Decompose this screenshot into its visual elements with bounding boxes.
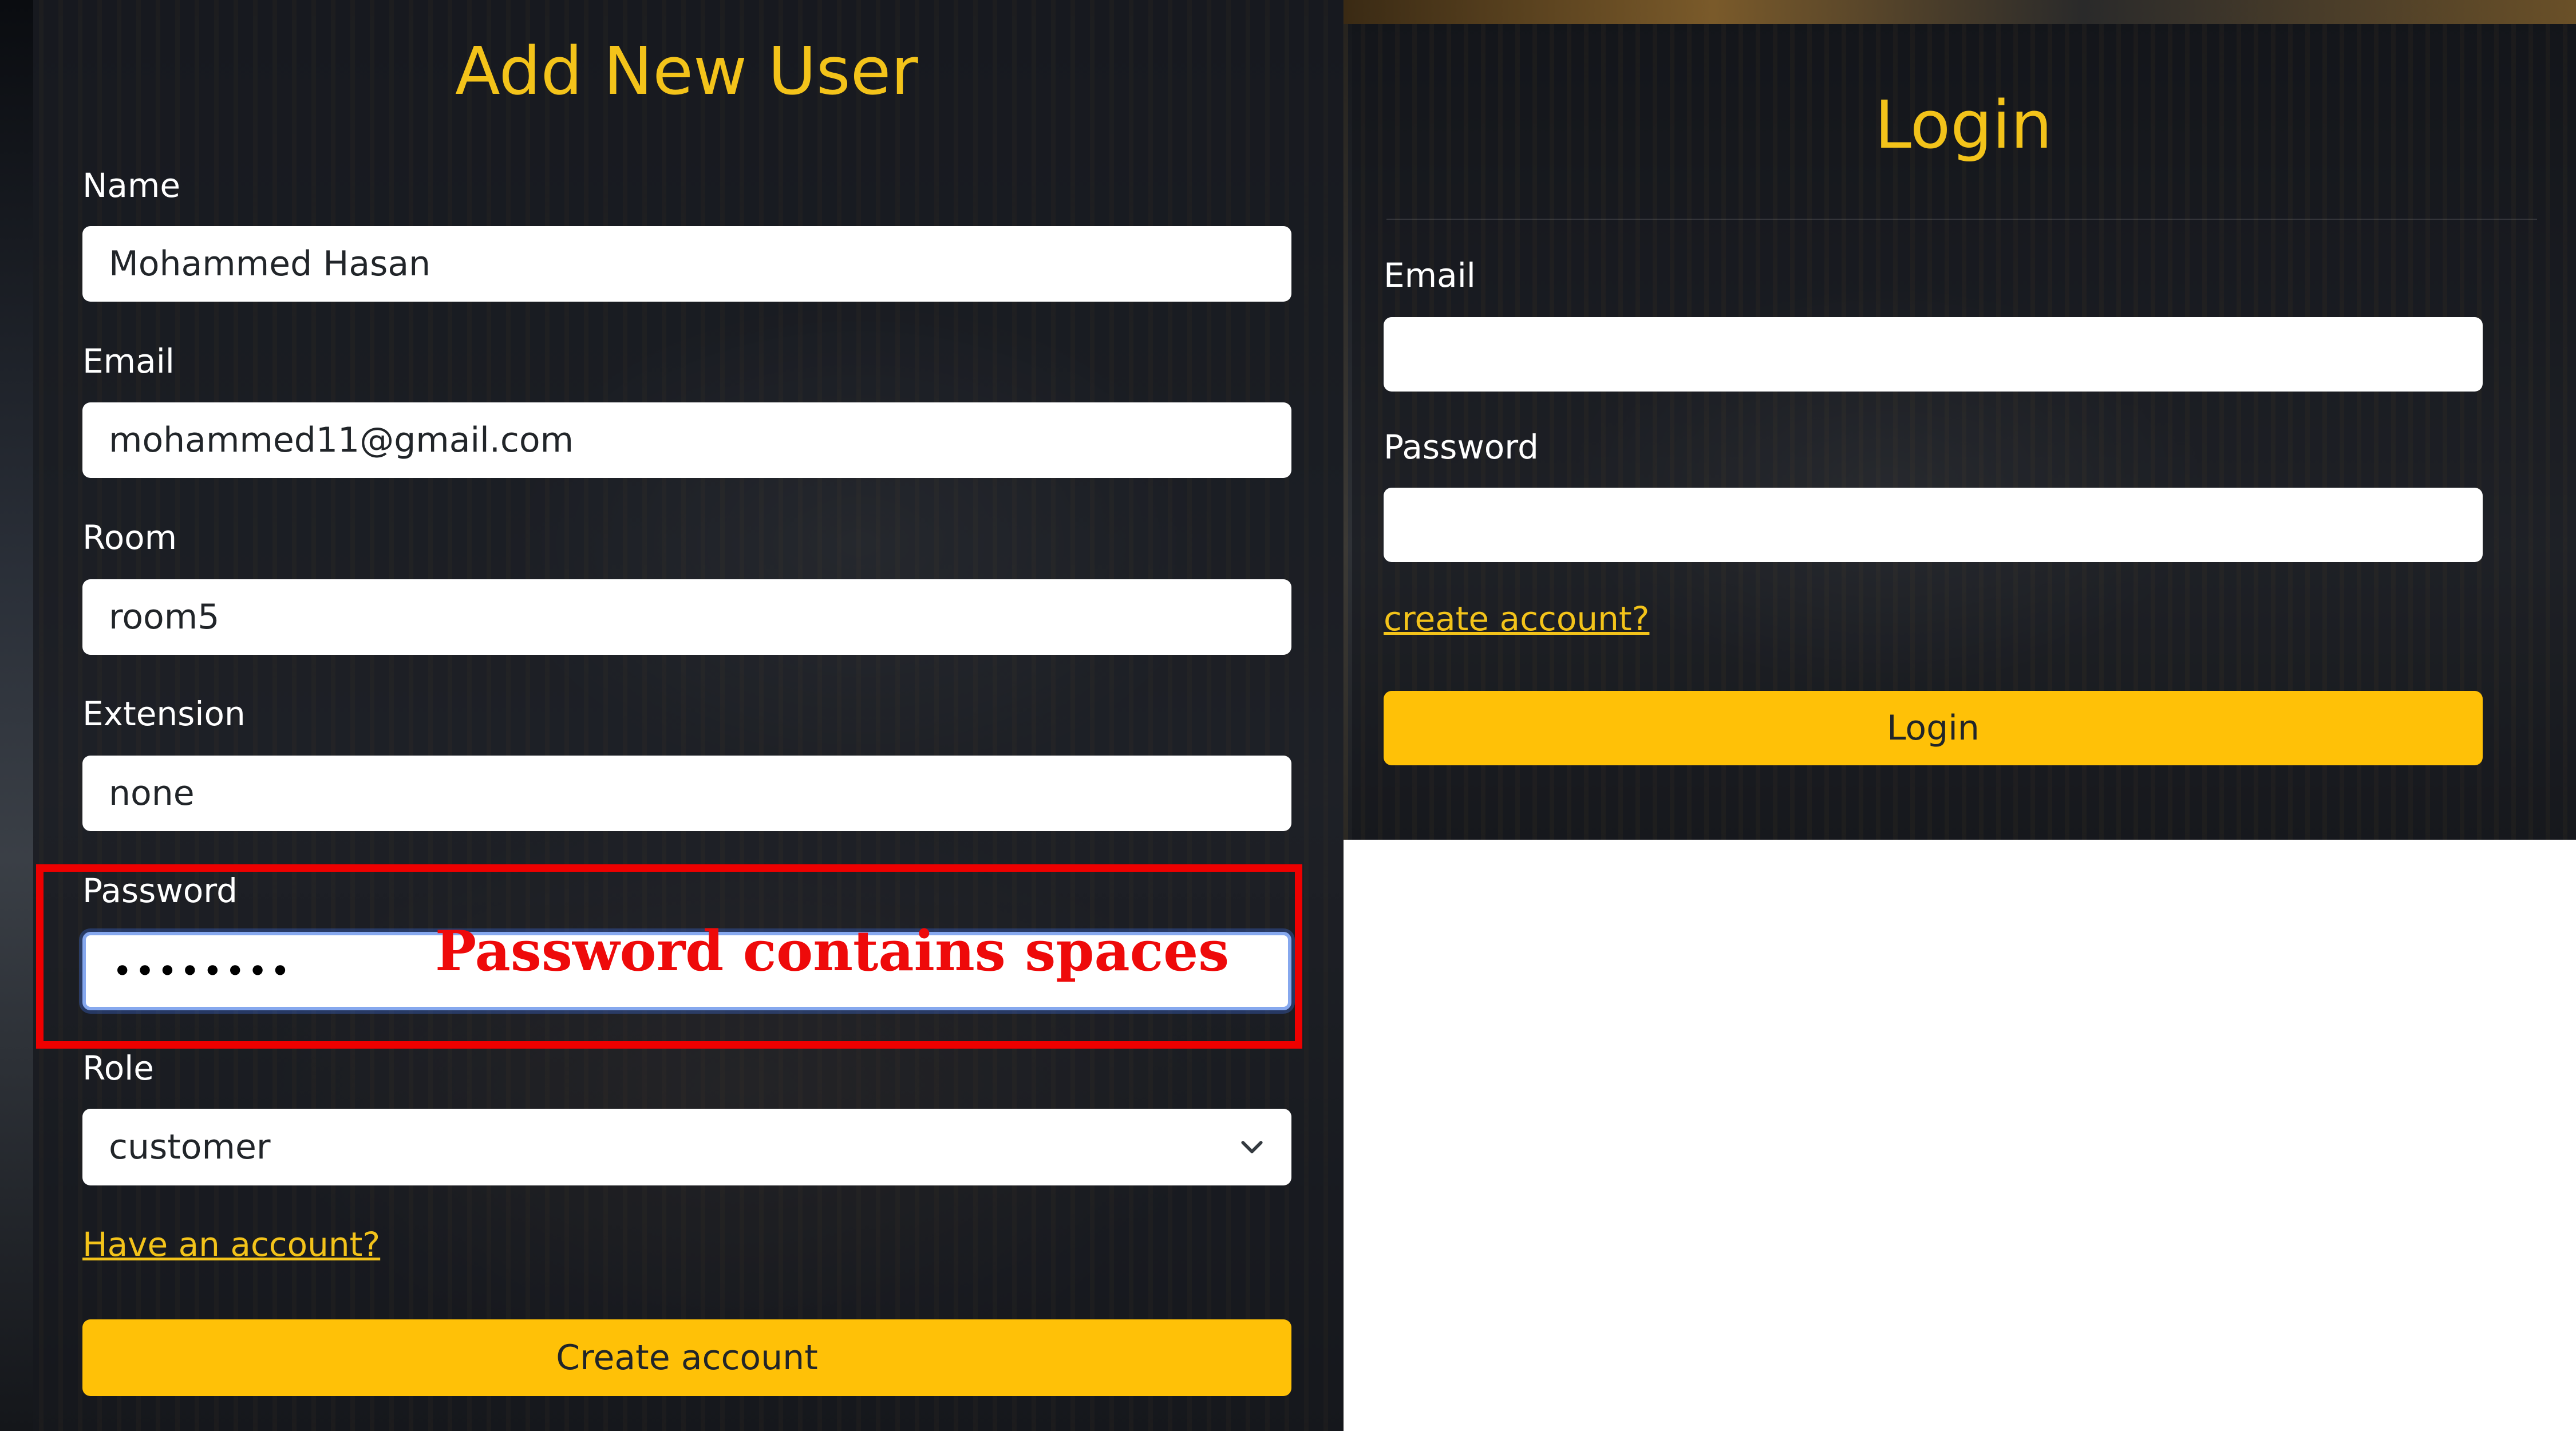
login-password-input[interactable] xyxy=(1384,488,2483,562)
create-account-link[interactable]: create account? xyxy=(1384,599,1649,638)
login-email-input[interactable] xyxy=(1384,317,2483,392)
room-label: Room xyxy=(82,518,177,557)
screenshot-canvas: Add New User Name Mohammed Hasan Email m… xyxy=(0,0,2576,1431)
name-input[interactable]: Mohammed Hasan xyxy=(82,226,1291,302)
room-input-value: room5 xyxy=(109,597,220,637)
name-label: Name xyxy=(82,166,181,205)
create-account-button-label: Create account xyxy=(556,1338,818,1378)
login-background-top-strip xyxy=(1344,0,2576,24)
role-select[interactable]: customer xyxy=(82,1109,1291,1185)
chevron-down-icon xyxy=(1241,1141,1263,1153)
login-title-divider xyxy=(1386,219,2537,220)
email-input-value: mohammed11@gmail.com xyxy=(109,420,574,460)
role-select-value: customer xyxy=(109,1127,271,1167)
extension-input[interactable]: none xyxy=(82,756,1291,831)
login-password-label: Password xyxy=(1384,428,1539,467)
room-input[interactable]: room5 xyxy=(82,579,1291,655)
login-button-label: Login xyxy=(1887,708,1980,748)
login-title: Login xyxy=(1874,87,2053,164)
login-email-label: Email xyxy=(1384,256,1476,295)
login-form-panel: Login Email Password create account? Log… xyxy=(1352,24,2576,840)
email-label: Email xyxy=(82,342,175,381)
login-button[interactable]: Login xyxy=(1384,691,2483,765)
email-input[interactable]: mohammed11@gmail.com xyxy=(82,402,1291,478)
signup-form-panel: Add New User Name Mohammed Hasan Email m… xyxy=(33,0,1344,1431)
name-input-value: Mohammed Hasan xyxy=(109,244,431,284)
create-account-button[interactable]: Create account xyxy=(82,1319,1291,1396)
signup-title: Add New User xyxy=(455,33,918,110)
extension-label: Extension xyxy=(82,694,246,733)
signup-background-edge xyxy=(0,0,33,1431)
extension-input-value: none xyxy=(109,773,195,813)
have-account-link[interactable]: Have an account? xyxy=(82,1225,380,1264)
annotation-label: Password contains spaces xyxy=(435,919,1230,983)
role-label: Role xyxy=(82,1049,154,1088)
